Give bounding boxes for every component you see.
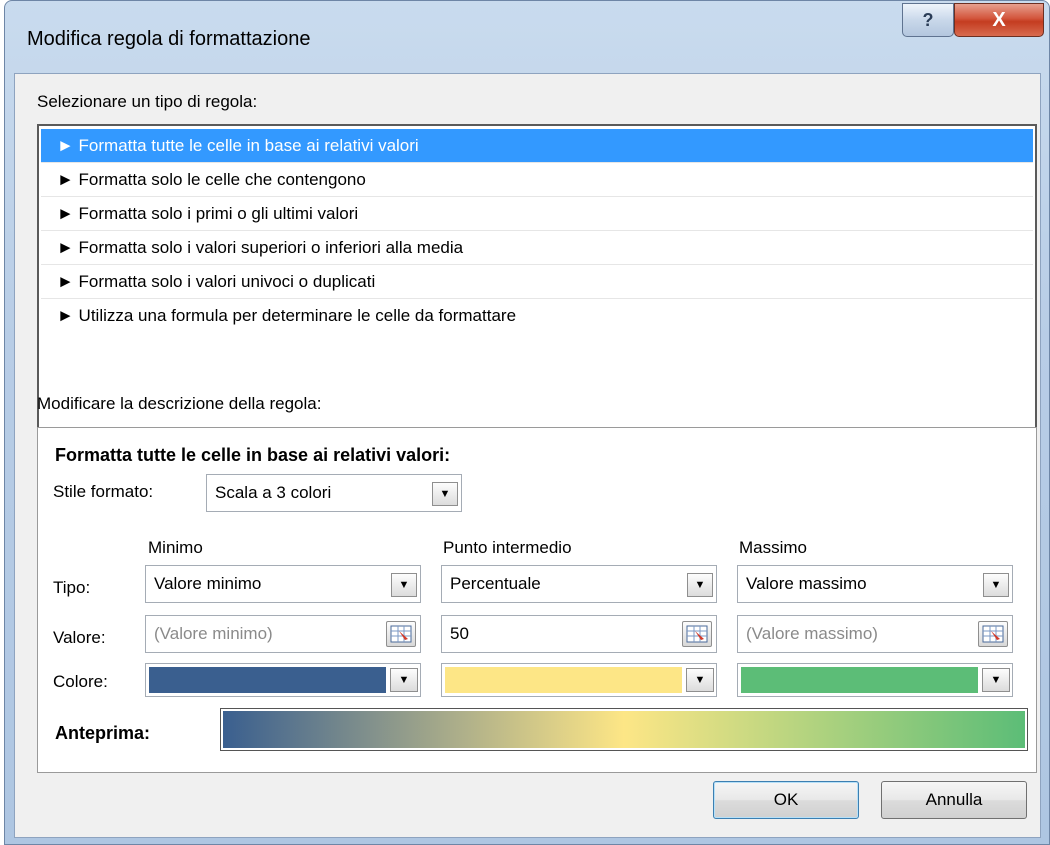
chevron-down-icon[interactable]: ▼ xyxy=(687,573,713,597)
rule-item-cells-containing[interactable]: ► Formatta solo le celle che contengono xyxy=(41,163,1033,197)
mid-color-picker[interactable]: ▼ xyxy=(441,663,717,697)
max-value-input[interactable]: (Valore massimo) xyxy=(737,615,1013,653)
min-header: Minimo xyxy=(148,538,203,557)
dialog-window: Modifica regola di formattazione ? X Sel… xyxy=(4,0,1050,845)
format-style-label: Stile formato: xyxy=(53,482,154,501)
max-value-text: (Valore massimo) xyxy=(746,624,878,643)
rule-type-label: Selezionare un tipo di regola: xyxy=(37,92,258,111)
max-type-value: Valore massimo xyxy=(746,574,867,593)
mid-color-swatch xyxy=(445,667,682,693)
preview-gradient xyxy=(223,711,1025,748)
mid-value-text: 50 xyxy=(450,624,469,643)
title-bar[interactable]: Modifica regola di formattazione ? X xyxy=(5,1,1049,73)
chevron-down-icon[interactable]: ▼ xyxy=(390,668,418,692)
min-type-select[interactable]: Valore minimo ▼ xyxy=(145,565,421,603)
rule-item-formula[interactable]: ► Utilizza una formula per determinare l… xyxy=(41,299,1033,333)
dialog-body: Selezionare un tipo di regola: ► Formatt… xyxy=(14,73,1041,838)
chevron-down-icon[interactable]: ▼ xyxy=(983,573,1009,597)
cell-reference-icon[interactable] xyxy=(386,621,416,647)
preview-label: Anteprima: xyxy=(55,723,151,743)
dialog-title: Modifica regola di formattazione xyxy=(27,28,311,50)
rule-item-unique-duplicate[interactable]: ► Formatta solo i valori univoci o dupli… xyxy=(41,265,1033,299)
chevron-down-icon[interactable]: ▼ xyxy=(982,668,1010,692)
ok-button[interactable]: OK xyxy=(713,781,859,819)
max-type-select[interactable]: Valore massimo ▼ xyxy=(737,565,1013,603)
min-type-value: Valore minimo xyxy=(154,574,262,593)
rule-description-panel: Formatta tutte le celle in base ai relat… xyxy=(37,427,1037,773)
chevron-down-icon[interactable]: ▼ xyxy=(686,668,714,692)
format-style-value: Scala a 3 colori xyxy=(215,483,332,502)
description-heading: Formatta tutte le celle in base ai relat… xyxy=(55,445,451,465)
max-color-picker[interactable]: ▼ xyxy=(737,663,1013,697)
chevron-down-icon[interactable]: ▼ xyxy=(391,573,417,597)
help-icon: ? xyxy=(922,9,934,30)
cell-reference-icon[interactable] xyxy=(682,621,712,647)
mid-type-value: Percentuale xyxy=(450,574,541,593)
max-color-swatch xyxy=(741,667,978,693)
rule-item-all-cells[interactable]: ► Formatta tutte le celle in base ai rel… xyxy=(41,129,1033,163)
min-color-swatch xyxy=(149,667,386,693)
max-header: Massimo xyxy=(739,538,808,557)
chevron-down-icon[interactable]: ▼ xyxy=(432,482,458,506)
mid-header: Punto intermedio xyxy=(443,538,572,557)
min-value-text: (Valore minimo) xyxy=(154,624,273,643)
cancel-button[interactable]: Annulla xyxy=(881,781,1027,819)
rule-description-label: Modificare la descrizione della regola: xyxy=(37,394,322,413)
type-row-label: Tipo: xyxy=(53,578,91,597)
rule-item-above-below-average[interactable]: ► Formatta solo i valori superiori o inf… xyxy=(41,231,1033,265)
mid-type-select[interactable]: Percentuale ▼ xyxy=(441,565,717,603)
close-button[interactable]: X xyxy=(954,3,1044,37)
mid-value-input[interactable]: 50 xyxy=(441,615,717,653)
rule-item-top-bottom[interactable]: ► Formatta solo i primi o gli ultimi val… xyxy=(41,197,1033,231)
preview-bar xyxy=(220,708,1028,751)
value-row-label: Valore: xyxy=(53,628,106,647)
color-row-label: Colore: xyxy=(53,672,108,691)
cell-reference-icon[interactable] xyxy=(978,621,1008,647)
help-button[interactable]: ? xyxy=(902,3,954,37)
min-value-input[interactable]: (Valore minimo) xyxy=(145,615,421,653)
format-style-select[interactable]: Scala a 3 colori ▼ xyxy=(206,474,462,512)
min-color-picker[interactable]: ▼ xyxy=(145,663,421,697)
close-icon: X xyxy=(992,8,1006,31)
rule-type-list[interactable]: ► Formatta tutte le celle in base ai rel… xyxy=(37,124,1037,432)
